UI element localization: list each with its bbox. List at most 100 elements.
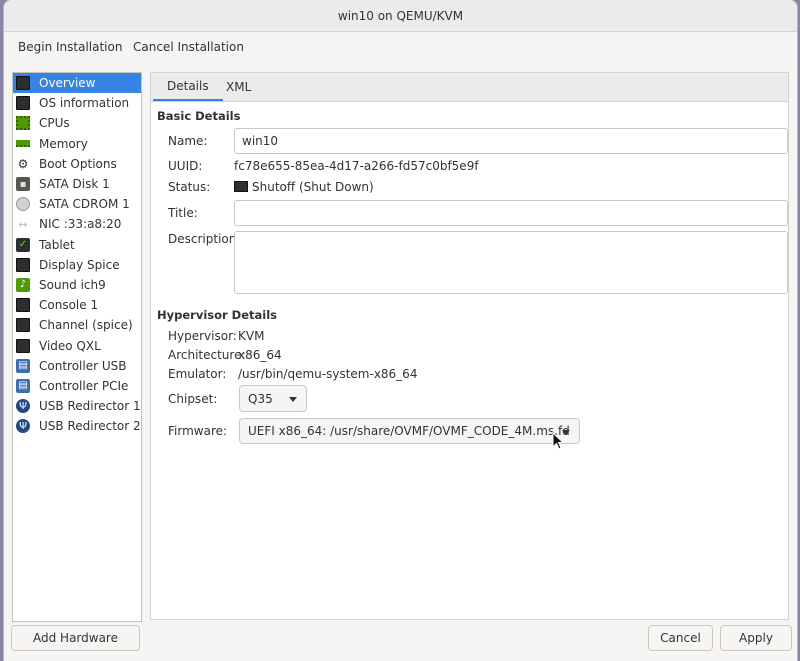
pci-card-icon: ▤ xyxy=(16,358,30,373)
firmware-value: UEFI x86_64: /usr/share/OVMF/OVMF_CODE_4… xyxy=(248,424,570,438)
sidebar-item-label: Boot Options xyxy=(39,156,117,171)
sidebar-item-label: Controller PCIe xyxy=(39,378,129,393)
firmware-dropdown[interactable]: UEFI x86_64: /usr/share/OVMF/OVMF_CODE_4… xyxy=(239,418,580,444)
add-hardware-button[interactable]: Add Hardware xyxy=(11,625,140,651)
shutoff-icon xyxy=(234,181,248,192)
status-label: Status: xyxy=(168,180,211,194)
chevron-down-icon xyxy=(289,397,297,402)
architecture-label: Architecture: xyxy=(168,348,246,362)
sidebar-item-label: Controller USB xyxy=(39,358,127,373)
sidebar-item[interactable]: ▤ Controller USB xyxy=(13,356,141,376)
window-titlebar[interactable]: win10 on QEMU/KVM xyxy=(4,0,797,32)
sidebar-item[interactable]: Video QXL xyxy=(13,335,141,355)
chipset-label: Chipset: xyxy=(168,392,218,406)
sidebar-item-label: OS information xyxy=(39,96,130,111)
usb-icon: Ψ xyxy=(16,419,30,434)
description-field[interactable] xyxy=(234,231,788,294)
sidebar-item-label: USB Redirector 1 xyxy=(39,399,141,414)
vm-details-window: win10 on QEMU/KVM Begin Installation Can… xyxy=(4,0,797,661)
gear-icon: ⚙ xyxy=(17,156,29,171)
chipset-value: Q35 xyxy=(248,391,273,406)
monitor-icon xyxy=(16,257,30,272)
title-field[interactable] xyxy=(234,200,788,226)
tab-xml[interactable]: XML xyxy=(212,73,265,101)
sidebar-item[interactable]: Channel (spice) xyxy=(13,315,141,335)
toolbar: Begin Installation Cancel Installation xyxy=(4,32,797,64)
sidebar-item-label: NIC :33:a8:20 xyxy=(39,217,122,232)
sidebar-item[interactable]: ▤ Controller PCIe xyxy=(13,376,141,396)
cpu-chip-icon xyxy=(16,116,30,131)
sidebar-item-label: Console 1 xyxy=(39,298,99,313)
mouse-pointer-icon xyxy=(552,432,564,450)
hardware-list: Overview OS information CPUs Memory ⚙ Boot Op… xyxy=(12,72,142,622)
tab-bar: Details XML xyxy=(151,73,788,102)
sidebar-item[interactable]: Overview xyxy=(13,73,141,94)
sidebar-item[interactable]: Console 1 xyxy=(13,295,141,315)
title-label: Title: xyxy=(168,206,198,220)
sidebar-item-label: CPUs xyxy=(39,116,70,131)
sidebar-item-label: Display Spice xyxy=(39,257,120,272)
cancel-label: Cancel xyxy=(660,631,701,645)
basic-details-heading: Basic Details xyxy=(157,109,241,123)
status-value: Shutoff (Shut Down) xyxy=(252,180,374,194)
disk-icon: ▪ xyxy=(16,177,30,192)
network-icon: ↔ xyxy=(18,217,28,231)
emulator-label: Emulator: xyxy=(168,367,227,381)
architecture-value: x86_64 xyxy=(238,348,282,362)
sidebar-item-label: SATA CDROM 1 xyxy=(39,197,130,212)
sidebar-item[interactable]: SATA CDROM 1 xyxy=(13,194,141,214)
sidebar-item-label: Video QXL xyxy=(39,338,101,353)
sound-card-icon: ♪ xyxy=(16,277,30,292)
sidebar-item-label: USB Redirector 2 xyxy=(39,419,141,434)
terminal-icon xyxy=(16,298,30,313)
hypervisor-label: Hypervisor: xyxy=(168,329,237,343)
sidebar-item-label: Overview xyxy=(39,76,96,91)
name-label: Name: xyxy=(168,134,208,148)
sidebar-item-label: Tablet xyxy=(39,237,75,252)
monitor-icon xyxy=(16,96,30,111)
sidebar-item-label: Channel (spice) xyxy=(39,318,133,333)
add-hardware-label: Add Hardware xyxy=(33,631,118,645)
sidebar-item[interactable]: ▪ SATA Disk 1 xyxy=(13,174,141,194)
pci-card-icon: ▤ xyxy=(16,378,30,393)
tab-xml-label: XML xyxy=(226,80,252,94)
emulator-value: /usr/bin/qemu-system-x86_64 xyxy=(238,367,418,381)
terminal-icon xyxy=(16,318,30,333)
sidebar-item-label: Memory xyxy=(39,136,88,151)
usb-icon: Ψ xyxy=(16,399,30,414)
tablet-icon: ✓ xyxy=(16,237,30,252)
cancel-button[interactable]: Cancel xyxy=(648,625,713,651)
sidebar-item[interactable]: ⚙ Boot Options xyxy=(13,154,141,174)
sidebar-item-label: Sound ich9 xyxy=(39,277,106,292)
apply-label: Apply xyxy=(739,631,773,645)
uuid-label: UUID: xyxy=(168,159,203,173)
sidebar-item-label: SATA Disk 1 xyxy=(39,177,110,192)
sidebar-item[interactable]: Memory xyxy=(13,134,141,154)
sidebar-item[interactable]: CPUs xyxy=(13,113,141,133)
sidebar-item[interactable]: Display Spice xyxy=(13,255,141,275)
hypervisor-details-heading: Hypervisor Details xyxy=(157,308,278,322)
cdrom-icon xyxy=(16,197,30,212)
window-title: win10 on QEMU/KVM xyxy=(337,8,464,23)
description-label: Description: xyxy=(168,232,241,246)
details-panel: Details XML Basic Details Name: UUID: fc… xyxy=(150,72,789,620)
begin-installation-button[interactable]: Begin Installation xyxy=(12,38,128,56)
sidebar-item[interactable]: Ψ USB Redirector 1 xyxy=(13,396,141,416)
firmware-label: Firmware: xyxy=(168,424,228,438)
hypervisor-value: KVM xyxy=(238,329,265,343)
status-value-group: Shutoff (Shut Down) xyxy=(234,180,374,194)
tab-details-label: Details xyxy=(167,79,209,93)
memory-icon xyxy=(16,140,30,148)
cancel-installation-button[interactable]: Cancel Installation xyxy=(127,38,250,56)
sidebar-item[interactable]: OS information xyxy=(13,93,141,113)
monitor-icon xyxy=(16,338,30,353)
sidebar-item[interactable]: ♪ Sound ich9 xyxy=(13,275,141,295)
sidebar-item[interactable]: ✓ Tablet xyxy=(13,235,141,255)
sidebar-item[interactable]: Ψ USB Redirector 2 xyxy=(13,416,141,436)
sidebar-item[interactable]: ↔ NIC :33:a8:20 xyxy=(13,214,141,234)
monitor-icon xyxy=(16,76,30,91)
uuid-value: fc78e655-85ea-4d17-a266-fd57c0bf5e9f xyxy=(234,159,479,173)
chipset-dropdown[interactable]: Q35 xyxy=(239,385,307,412)
name-field[interactable] xyxy=(234,128,788,154)
apply-button[interactable]: Apply xyxy=(720,625,792,651)
